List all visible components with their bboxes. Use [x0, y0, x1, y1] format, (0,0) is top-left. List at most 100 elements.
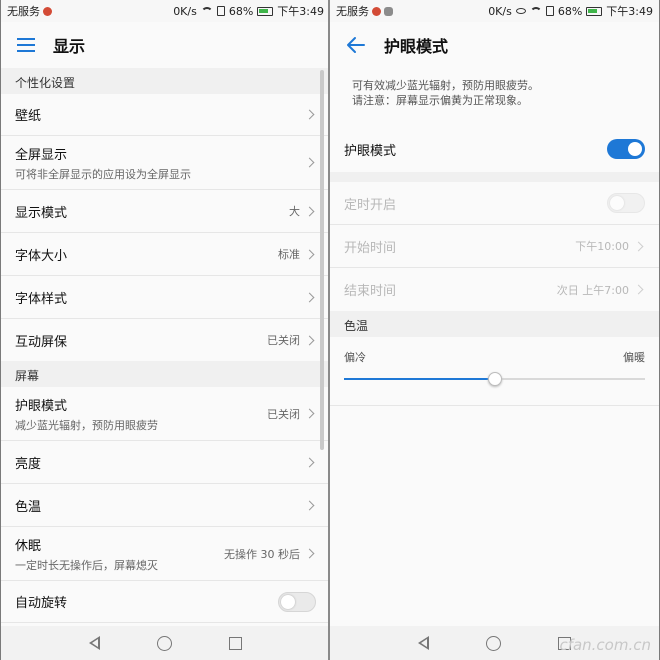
eye-comfort-settings: 护眼模式 定时开启 开始时间 下午10:00 结束时间 次日 上午7:00 色温… [330, 126, 659, 406]
settings-row-auto-rotate[interactable]: 自动旋转 [1, 581, 330, 623]
chevron-right-icon [304, 548, 315, 559]
schedule-toggle[interactable] [607, 193, 645, 213]
row-label: 字体样式 [15, 291, 68, 307]
battery-percent: 68% [228, 4, 254, 18]
settings-row-sleep[interactable]: 休眠 一定时长无操作后，屏幕熄灭 无操作 30 秒后 [1, 527, 330, 581]
settings-row-font-style[interactable]: 字体样式 [1, 276, 330, 319]
settings-row-eye-comfort[interactable]: 护眼模式 减少蓝光辐射，预防用眼疲劳 已关闭 [1, 387, 330, 441]
battery-icon [257, 6, 274, 16]
nav-back-icon[interactable] [89, 636, 101, 650]
back-arrow-icon[interactable] [346, 35, 366, 55]
row-label: 结束时间 [344, 284, 397, 299]
settings-list: 个性化设置 壁纸 全屏显示 可将非全屏显示的应用设为全屏显示 显示模式 大 字体… [1, 68, 330, 623]
settings-row-screensaver[interactable]: 互动屏保 已关闭 [1, 319, 330, 361]
watermark: cfan.com.cn [559, 636, 651, 654]
settings-row-wallpaper[interactable]: 壁纸 [1, 94, 330, 136]
page-title: 显示 [53, 37, 86, 56]
description-line: 请注意：屏幕显示偏黄为正常现象。 [352, 94, 528, 107]
row-label: 亮度 [15, 456, 42, 472]
chevron-right-icon [304, 500, 315, 510]
wifi-icon [200, 6, 213, 16]
row-value: 次日 上午7:00 [556, 283, 629, 297]
row-label: 自动旋转 [15, 596, 68, 611]
page-title: 护眼模式 [384, 37, 449, 56]
notification-icon [43, 6, 52, 16]
row-value: 无操作 30 秒后 [224, 547, 300, 561]
row-value: 已关闭 [267, 334, 300, 347]
row-label: 字体大小 [15, 248, 68, 264]
row-label: 护眼模式 [15, 398, 68, 414]
battery-percent: 68% [557, 4, 583, 18]
settings-row-color-temp[interactable]: 色温 [1, 484, 330, 527]
row-label: 色温 [15, 499, 42, 515]
schedule-row[interactable]: 定时开启 [330, 182, 659, 225]
chevron-right-icon [304, 457, 315, 467]
cool-label: 偏冷 [344, 351, 366, 364]
carrier-text: 无服务 [336, 5, 369, 18]
status-bar: 无服务 0K/s 68% 下午3:49 [330, 0, 659, 22]
row-value: 下午10:00 [575, 240, 629, 253]
chevron-right-icon [304, 157, 315, 168]
menu-icon[interactable] [17, 38, 35, 52]
section-header: 个性化设置 [1, 68, 330, 94]
sim-icon [216, 6, 225, 16]
eye-icon [515, 8, 526, 14]
app-bar: 护眼模式 [330, 22, 659, 68]
slider-thumb[interactable] [488, 372, 502, 386]
row-label: 壁纸 [15, 109, 42, 124]
row-label: 护眼模式 [344, 143, 397, 159]
scrollbar[interactable] [320, 70, 324, 450]
chevron-right-icon [304, 109, 315, 120]
row-label: 显示模式 [15, 205, 68, 221]
nav-home-icon[interactable] [485, 635, 501, 651]
warm-label: 偏暖 [623, 351, 645, 364]
settings-row-brightness[interactable]: 亮度 [1, 441, 330, 484]
nav-back-icon[interactable] [418, 636, 430, 650]
section-header: 色温 [330, 311, 659, 337]
start-time-row[interactable]: 开始时间 下午10:00 [330, 225, 659, 268]
row-label: 休眠 [15, 538, 42, 554]
row-label: 定时开启 [344, 197, 397, 213]
net-speed: 0K/s [488, 4, 512, 18]
description-line: 可有效减少蓝光辐射，预防用眼疲劳。 [352, 79, 539, 92]
eye-mode-row[interactable]: 护眼模式 [330, 126, 659, 172]
row-sublabel: 一定时长无操作后，屏幕熄灭 [15, 558, 158, 572]
settings-row-fullscreen[interactable]: 全屏显示 可将非全屏显示的应用设为全屏显示 [1, 136, 330, 190]
row-value: 大 [289, 205, 300, 218]
section-gap [330, 172, 659, 182]
status-bar: 无服务 0K/s 68% 下午3:49 [1, 0, 330, 22]
nav-recents-icon[interactable] [228, 636, 242, 650]
auto-rotate-toggle[interactable] [278, 591, 316, 612]
settings-row-display-mode[interactable]: 显示模式 大 [1, 190, 330, 233]
chevron-right-icon [304, 292, 315, 302]
settings-row-font-size[interactable]: 字体大小 标准 [1, 233, 330, 276]
row-label: 全屏显示 [15, 147, 68, 163]
eye-comfort-screen: 无服务 0K/s 68% 下午3:49 护眼模式 可有效减少蓝光辐射，预防用眼疲… [330, 0, 659, 660]
description: 可有效减少蓝光辐射，预防用眼疲劳。 请注意：屏幕显示偏黄为正常现象。 [352, 78, 647, 108]
row-sublabel: 可将非全屏显示的应用设为全屏显示 [15, 167, 191, 181]
clock: 下午3:49 [606, 5, 653, 18]
chevron-right-icon [304, 249, 315, 259]
row-label: 互动屏保 [15, 334, 68, 350]
app-notification-icon [384, 6, 393, 16]
carrier-text: 无服务 [7, 5, 40, 18]
color-temp-slider-row: 偏冷 偏暖 [330, 337, 659, 406]
notification-icon [372, 6, 381, 16]
eye-mode-toggle[interactable] [607, 139, 645, 159]
row-sublabel: 减少蓝光辐射，预防用眼疲劳 [15, 418, 158, 432]
row-value: 标准 [278, 248, 300, 261]
chevron-right-icon [633, 284, 644, 295]
row-label: 开始时间 [344, 240, 397, 256]
battery-icon [586, 6, 603, 16]
chevron-right-icon [633, 241, 644, 251]
color-temp-slider[interactable] [344, 371, 645, 387]
wifi-icon [529, 6, 542, 16]
app-bar: 显示 [1, 22, 330, 68]
nav-bar [1, 626, 330, 660]
display-settings-screen: 无服务 0K/s 68% 下午3:49 显示 个性化设置 壁纸 全屏显示 可将非… [1, 0, 330, 660]
net-speed: 0K/s [173, 4, 197, 18]
chevron-right-icon [304, 335, 315, 345]
chevron-right-icon [304, 408, 315, 419]
end-time-row[interactable]: 结束时间 次日 上午7:00 [330, 268, 659, 311]
nav-home-icon[interactable] [156, 635, 172, 651]
